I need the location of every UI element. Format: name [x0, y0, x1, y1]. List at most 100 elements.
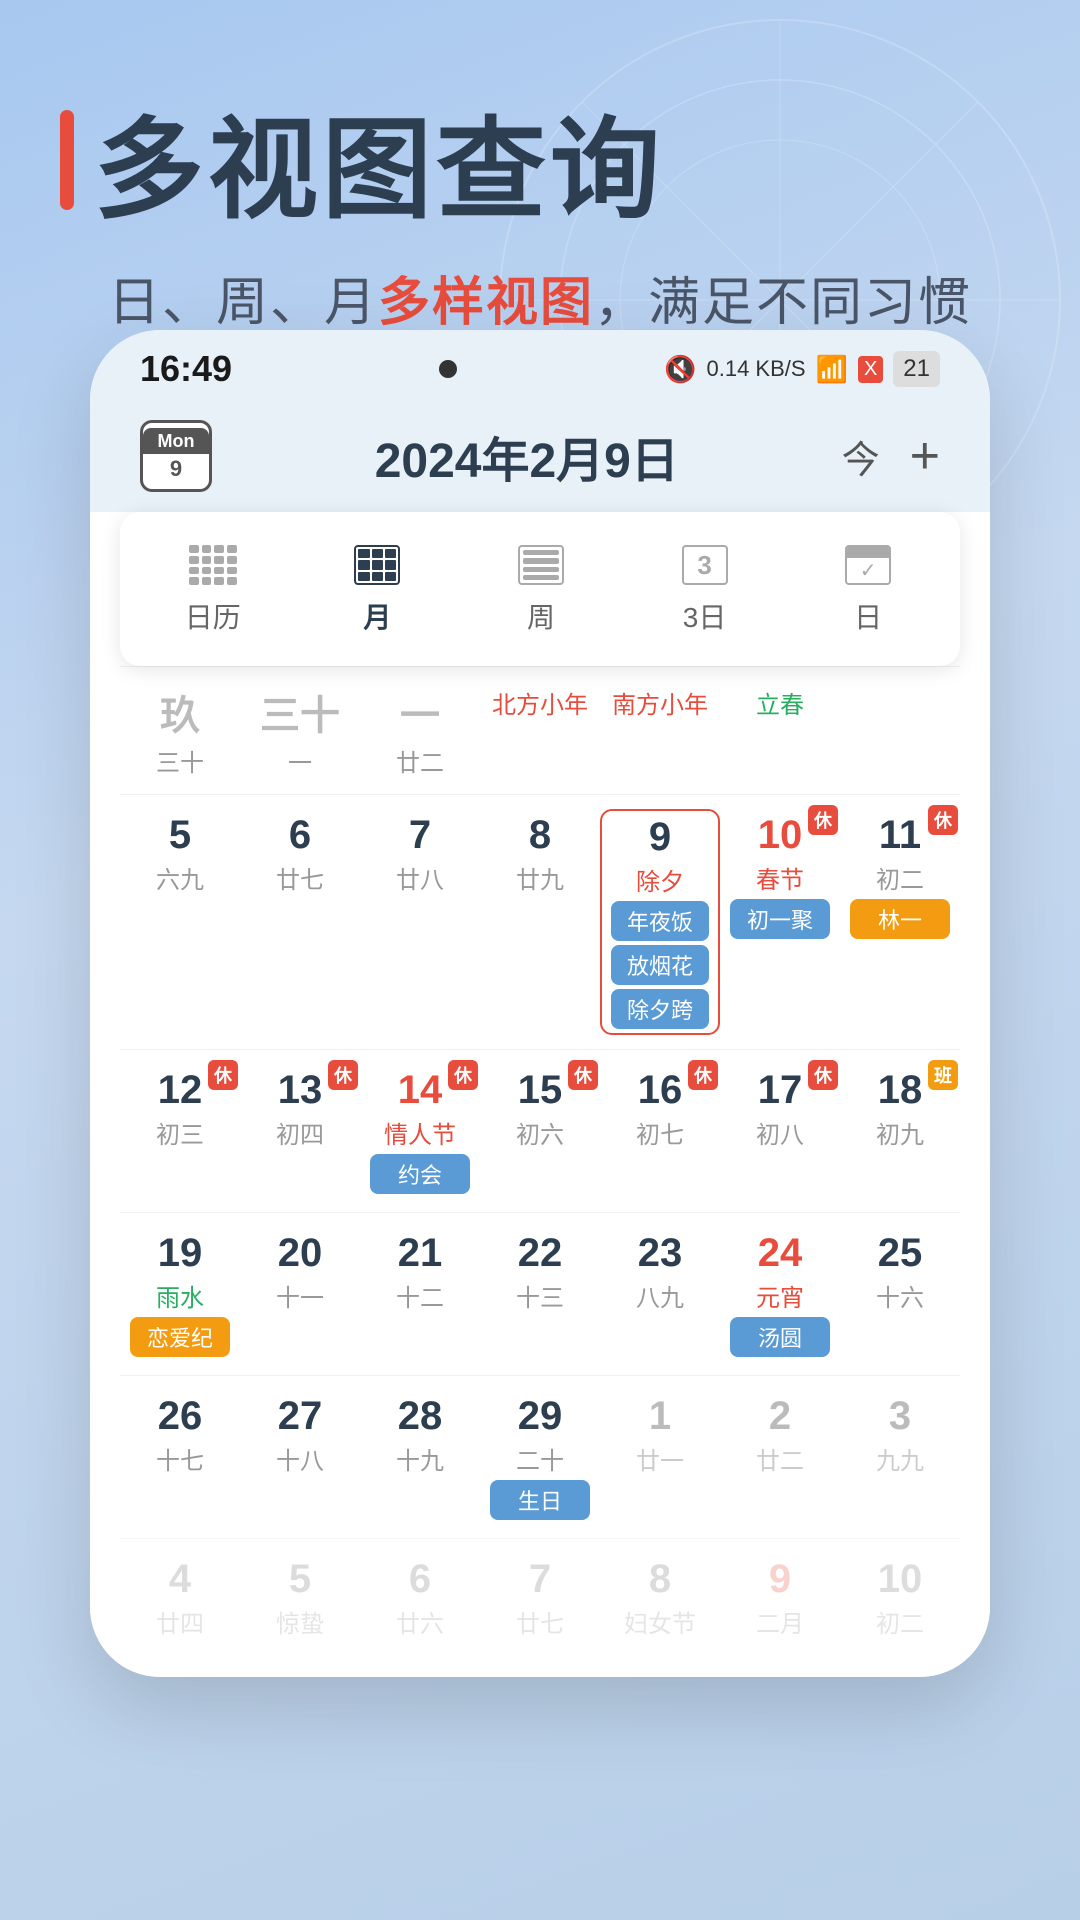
mon-icon-label: Mon [143, 428, 209, 454]
calendar-view-label: 日历 [185, 596, 241, 636]
mon-icon[interactable]: Mon 9 [140, 420, 212, 492]
calendar-row-2: 12 休 初三 13 休 初四 14 休 情人节 约会 [120, 1049, 960, 1212]
calendar-body: 玖 三十 三十 一 一 廿二 北方小年 南方小年 立春 [90, 666, 990, 1677]
list-item[interactable]: 21 十二 [360, 1227, 480, 1317]
calendar-row-5: 4 廿四 5 惊蛰 6 廿六 7 廿七 8 妇女节 9 二月 [120, 1538, 960, 1657]
holiday-badge: 休 [688, 1060, 718, 1090]
list-item[interactable]: 6 廿七 [240, 809, 360, 899]
week-view-icon [514, 542, 568, 588]
network-speed: 0.14 KB/S [706, 356, 805, 382]
3day-view-label: 3日 [683, 596, 727, 636]
holiday-badge: 休 [808, 1060, 838, 1090]
list-item[interactable]: 28 十九 [360, 1390, 480, 1480]
list-item[interactable]: 14 休 情人节 约会 [360, 1064, 480, 1198]
list-item[interactable]: 11 休 初二 林一 [840, 809, 960, 943]
holiday-badge: 休 [448, 1060, 478, 1090]
event-tag: 林一 [850, 899, 951, 939]
view-item-calendar[interactable]: 日历 [165, 532, 261, 646]
list-item[interactable]: 12 休 初三 [120, 1064, 240, 1154]
add-button[interactable]: + [910, 426, 940, 486]
subtitle-part1: 日、周、月 [108, 274, 378, 332]
month-view-label: 月 [363, 596, 391, 636]
status-icons: 🔇 0.14 KB/S 📶 X 21 [664, 351, 940, 387]
list-item: 北方小年 [480, 679, 600, 782]
list-item[interactable]: 4 廿四 [120, 1553, 240, 1643]
list-item[interactable]: 7 廿七 [480, 1553, 600, 1643]
list-item[interactable]: 8 妇女节 [600, 1553, 720, 1643]
status-time: 16:49 [140, 348, 232, 390]
event-tag: 年夜饭 [611, 901, 708, 941]
view-item-week[interactable]: 周 [494, 532, 588, 646]
list-item[interactable]: 18 班 初九 [840, 1064, 960, 1154]
list-item [840, 679, 960, 782]
list-item[interactable]: 10 休 春节 初一聚 [720, 809, 840, 943]
view-item-day[interactable]: ✓ 日 [821, 532, 915, 646]
list-item: 三十 一 [240, 679, 360, 782]
subtitle: 日、周、月多样视图，满足不同习惯 [60, 260, 1020, 335]
event-tag: 汤圆 [730, 1317, 831, 1357]
list-item[interactable]: 7 廿八 [360, 809, 480, 899]
list-item: 一 廿二 [360, 679, 480, 782]
battery-icon: 21 [893, 351, 940, 387]
list-item[interactable]: 23 八九 [600, 1227, 720, 1317]
view-item-3day[interactable]: 3 3日 [658, 532, 752, 646]
list-item[interactable]: 25 十六 [840, 1227, 960, 1317]
list-item[interactable]: 29 二十 生日 [480, 1390, 600, 1524]
list-item[interactable]: 9 除夕 年夜饭 放烟花 除夕跨 [600, 809, 720, 1035]
list-item[interactable]: 20 十一 [240, 1227, 360, 1317]
subtitle-highlight: 多样视图 [378, 274, 594, 332]
calendar-row-3: 19 雨水 恋爱纪 20 十一 21 十二 22 十三 23 八九 [120, 1212, 960, 1375]
list-item[interactable]: 26 十七 [120, 1390, 240, 1480]
list-item[interactable]: 27 十八 [240, 1390, 360, 1480]
list-item[interactable]: 3 九九 [840, 1390, 960, 1480]
list-item[interactable]: 22 十三 [480, 1227, 600, 1317]
list-item[interactable]: 1 廿一 [600, 1390, 720, 1480]
list-item[interactable]: 6 廿六 [360, 1553, 480, 1643]
header-title: 2024年2月9日 [375, 421, 679, 491]
list-item[interactable]: 16 休 初七 [600, 1064, 720, 1154]
red-bar-icon [60, 110, 74, 210]
camera-dot [439, 360, 457, 378]
event-tag: 放烟花 [611, 945, 708, 985]
list-item[interactable]: 17 休 初八 [720, 1064, 840, 1154]
event-tag: 恋爱纪 [130, 1317, 231, 1357]
calendar-row-4: 26 十七 27 十八 28 十九 29 二十 生日 1 廿一 [120, 1375, 960, 1538]
holiday-badge: 休 [328, 1060, 358, 1090]
holiday-badge: 休 [568, 1060, 598, 1090]
app-header: Mon 9 2024年2月9日 今 + [90, 400, 990, 512]
day-view-label: 日 [854, 596, 882, 636]
holiday-badge: 休 [208, 1060, 238, 1090]
header-right: 今 + [842, 426, 940, 486]
list-item[interactable]: 8 廿九 [480, 809, 600, 899]
list-item[interactable]: 19 雨水 恋爱纪 [120, 1227, 240, 1361]
day-view-icon: ✓ [841, 542, 895, 588]
list-item[interactable]: 5 六九 [120, 809, 240, 899]
list-item[interactable]: 9 二月 [720, 1553, 840, 1643]
subtitle-part2: ，满足不同习惯 [594, 274, 972, 332]
holiday-badge: 休 [808, 805, 838, 835]
prev-month-row: 玖 三十 三十 一 一 廿二 北方小年 南方小年 立春 [120, 666, 960, 794]
no-sim-icon: X [858, 356, 883, 383]
wifi-icon: 📶 [816, 354, 848, 385]
3day-view-icon: 3 [678, 542, 732, 588]
list-item[interactable]: 5 惊蛰 [240, 1553, 360, 1643]
list-item[interactable]: 10 初二 [840, 1553, 960, 1643]
event-tag: 初一聚 [730, 899, 831, 939]
title-section: 多视图查询 日、周、月多样视图，满足不同习惯 [0, 0, 1080, 375]
month-view-icon [350, 542, 404, 588]
list-item[interactable]: 2 廿二 [720, 1390, 840, 1480]
mute-icon: 🔇 [664, 354, 696, 385]
event-tag: 除夕跨 [611, 989, 708, 1029]
list-item: 玖 三十 [120, 679, 240, 782]
status-bar: 16:49 🔇 0.14 KB/S 📶 X 21 [90, 330, 990, 400]
holiday-badge: 休 [928, 805, 958, 835]
phone-mockup: 16:49 🔇 0.14 KB/S 📶 X 21 Mon 9 2024年2月9日… [90, 330, 990, 1677]
list-item: 南方小年 [600, 679, 720, 782]
view-item-month[interactable]: 月 [330, 532, 424, 646]
mon-icon-num: 9 [168, 454, 184, 484]
today-button[interactable]: 今 [842, 429, 880, 484]
list-item[interactable]: 24 元宵 汤圆 [720, 1227, 840, 1361]
title-main: 多视图查询 [60, 80, 1020, 240]
list-item[interactable]: 13 休 初四 [240, 1064, 360, 1154]
list-item[interactable]: 15 休 初六 [480, 1064, 600, 1154]
